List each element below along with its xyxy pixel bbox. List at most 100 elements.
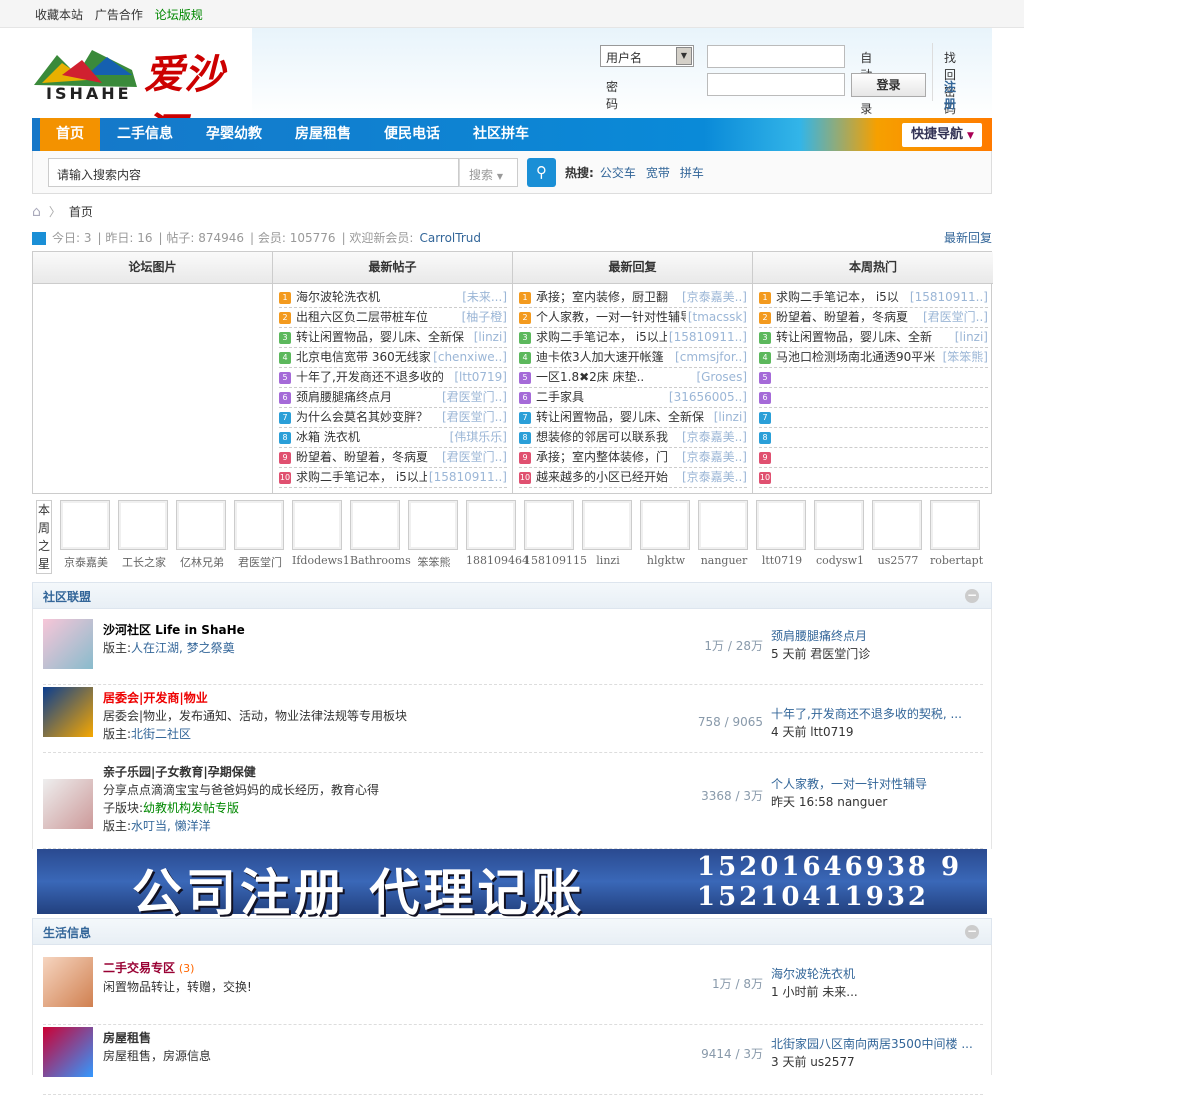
new-member-link[interactable]: CarrolTrud [419, 231, 481, 245]
thread-item[interactable]: 6 二手家具 [31656005..] [519, 388, 747, 408]
last-post-title[interactable]: 十年了,开发商还不退多收的契税, ... [771, 707, 962, 721]
star-member[interactable]: 工长之家 [118, 500, 170, 570]
thread-author[interactable]: [cmmsjfor..] [673, 348, 747, 367]
star-member[interactable]: nanguer [698, 500, 750, 567]
thread-title[interactable]: 想装修的邻居可以联系我 [536, 430, 668, 444]
last-post-title[interactable]: 海尔波轮洗衣机 [771, 967, 855, 981]
thread-author[interactable]: [tmacssk] [685, 308, 747, 327]
thread-item[interactable]: 10 求购二手笔记本， i5以上 [15810911..] [279, 468, 507, 488]
thread-item[interactable]: 4 北京电信宽带 360无线家 [chenxiwe..] [279, 348, 507, 368]
thread-title[interactable]: 转让闲置物品，婴儿床、全新 [776, 330, 932, 344]
thread-title[interactable]: 二手家具 [536, 390, 584, 404]
last-post-title[interactable]: 个人家教，一对一针对性辅导 [771, 777, 927, 791]
star-member[interactable]: ltt0719 [756, 500, 808, 567]
thread-author[interactable]: [君医堂门..] [440, 388, 507, 407]
thread-title[interactable]: 求购二手笔记本， i5以 [776, 290, 899, 304]
thread-item[interactable]: 8 [759, 428, 988, 448]
nav-carpool[interactable]: 社区拼车 [473, 118, 529, 151]
thread-title[interactable]: 转让闲置物品，婴儿床、全新保 [296, 330, 464, 344]
forum-icon[interactable] [43, 619, 93, 669]
site-logo[interactable]: ISHAHE 爱沙河 [32, 40, 252, 156]
register-link[interactable]: 注册 [944, 78, 956, 112]
forum-icon[interactable] [43, 779, 93, 829]
thread-author[interactable]: [柚子橙] [459, 308, 507, 327]
username-type-select[interactable]: 用户名 ▼ [600, 45, 694, 67]
thread-title[interactable]: 海尔波轮洗衣机 [296, 290, 380, 304]
hot-link[interactable]: 宽带 [646, 166, 670, 180]
thread-title[interactable]: 求购二手笔记本， i5以上 [536, 330, 671, 344]
star-member[interactable]: Ifdodews1 [292, 500, 350, 567]
last-post-title[interactable]: 颈肩腰腿痛终点月 [771, 629, 867, 643]
thread-author[interactable]: [笨笨熊] [940, 348, 988, 367]
forum-name[interactable]: 二手交易专区 [103, 961, 175, 975]
thread-author[interactable]: [linzi] [952, 328, 988, 347]
thread-author[interactable]: [15810911..] [426, 468, 507, 487]
thread-item[interactable]: 3 求购二手笔记本， i5以上 [15810911..] [519, 328, 747, 348]
thread-author[interactable]: [chenxiwe..] [431, 348, 507, 367]
thread-item[interactable]: 2 盼望着、盼望着，冬病夏 [君医堂门..] [759, 308, 988, 328]
thread-author[interactable]: [君医堂门..] [921, 308, 988, 327]
rules-link[interactable]: 论坛版规 [155, 8, 203, 22]
star-member[interactable]: 亿林兄弟 [176, 500, 228, 570]
hot-link[interactable]: 公交车 [600, 166, 636, 180]
thread-item[interactable]: 9 盼望着、盼望着，冬病夏 [君医堂门..] [279, 448, 507, 468]
thread-title[interactable]: 冰箱 洗衣机 [296, 430, 360, 444]
moderator-links[interactable]: 水叮当, 懒洋洋 [131, 819, 211, 833]
thread-item[interactable]: 9 承接；室内整体装修，门 [京泰嘉美..] [519, 448, 747, 468]
thread-item[interactable]: 2 个人家教，一对一针对性辅导 [tmacssk] [519, 308, 747, 328]
nav-home[interactable]: 首页 [40, 118, 100, 151]
thread-title[interactable]: 一区1.8✖2床 床垫.. [536, 370, 644, 384]
forum-name[interactable]: 房屋租售 [103, 1031, 151, 1045]
ad-banner[interactable]: 公司注册 代理记账 15201646938 9 15210411932 [37, 849, 987, 922]
nav-baby[interactable]: 孕婴幼教 [206, 118, 262, 151]
thread-author[interactable]: [15810911..] [907, 288, 988, 307]
moderator-links[interactable]: 北街二社区 [131, 727, 191, 741]
thread-author[interactable]: [伟琪乐乐] [447, 428, 507, 447]
thread-item[interactable]: 3 转让闲置物品，婴儿床、全新 [linzi] [759, 328, 988, 348]
thread-title[interactable]: 出租六区负二层带桩车位 [296, 310, 428, 324]
forum-icon[interactable] [43, 1027, 93, 1077]
star-member[interactable]: 158109115 [524, 500, 587, 567]
search-input[interactable]: 请输入搜索内容 [48, 158, 459, 187]
ad-link[interactable]: 广告合作 [95, 8, 143, 22]
star-member[interactable]: 京泰嘉美 [60, 500, 112, 570]
thread-title[interactable]: 十年了,开发商还不退多收的 [296, 370, 444, 384]
thread-title[interactable]: 求购二手笔记本， i5以上 [296, 470, 431, 484]
thread-item[interactable]: 9 [759, 448, 988, 468]
thread-author[interactable]: [ltt0719] [452, 368, 507, 387]
thread-item[interactable]: 1 海尔波轮洗衣机 [未来...] [279, 288, 507, 308]
thread-title[interactable]: 为什么会莫名其妙变胖？ [296, 410, 428, 424]
thread-item[interactable]: 5 [759, 368, 988, 388]
star-member[interactable]: us2577 [872, 500, 924, 567]
thread-author[interactable]: [31656005..] [666, 388, 747, 407]
thread-author[interactable]: [京泰嘉美..] [680, 288, 747, 307]
thread-title[interactable]: 迪卡侬3人加大速开帐篷 [536, 350, 664, 364]
thread-title[interactable]: 承接；室内整体装修，门 [536, 450, 668, 464]
thread-title[interactable]: 北京电信宽带 360无线家 [296, 350, 431, 364]
nav-housing[interactable]: 房屋租售 [295, 118, 351, 151]
thread-item[interactable]: 10 越来越多的小区已经开始 [京泰嘉美..] [519, 468, 747, 488]
star-member[interactable]: robertapt [930, 500, 983, 567]
star-member[interactable]: 188109464 [466, 500, 529, 567]
star-member[interactable]: hlgktw [640, 500, 692, 567]
forum-name[interactable]: 亲子乐园|子女教育|孕期保健 [103, 765, 256, 779]
forum-icon[interactable] [43, 687, 93, 737]
subforum-link[interactable]: 幼教机构发帖专版 [143, 801, 239, 815]
nav-second-hand[interactable]: 二手信息 [117, 118, 173, 151]
thread-title[interactable]: 转让闲置物品，婴儿床、全新保 [536, 410, 704, 424]
star-member[interactable]: codysw1 [814, 500, 866, 567]
thread-item[interactable]: 7 转让闲置物品，婴儿床、全新保 [linzi] [519, 408, 747, 428]
thread-item[interactable]: 4 迪卡侬3人加大速开帐篷 [cmmsjfor..] [519, 348, 747, 368]
thread-author[interactable]: [15810911..] [666, 328, 747, 347]
thread-author[interactable]: [君医堂门..] [440, 408, 507, 427]
thread-item[interactable]: 8 冰箱 洗衣机 [伟琪乐乐] [279, 428, 507, 448]
star-member[interactable]: 君医堂门 [234, 500, 286, 570]
thread-item[interactable]: 3 转让闲置物品，婴儿床、全新保 [linzi] [279, 328, 507, 348]
thread-item[interactable]: 5 一区1.8✖2床 床垫.. [Groses] [519, 368, 747, 388]
thread-author[interactable]: [京泰嘉美..] [680, 428, 747, 447]
thread-item[interactable]: 1 承接；室内装修，厨卫翻 [京泰嘉美..] [519, 288, 747, 308]
search-type-select[interactable]: 搜索 ▼ [459, 158, 518, 187]
thread-item[interactable]: 4 马池口检测场南北通透90平米 [笨笨熊] [759, 348, 988, 368]
thread-title[interactable]: 盼望着、盼望着，冬病夏 [296, 450, 428, 464]
last-post-title[interactable]: 北街家园八区南向两居3500中间楼 ... [771, 1037, 973, 1051]
